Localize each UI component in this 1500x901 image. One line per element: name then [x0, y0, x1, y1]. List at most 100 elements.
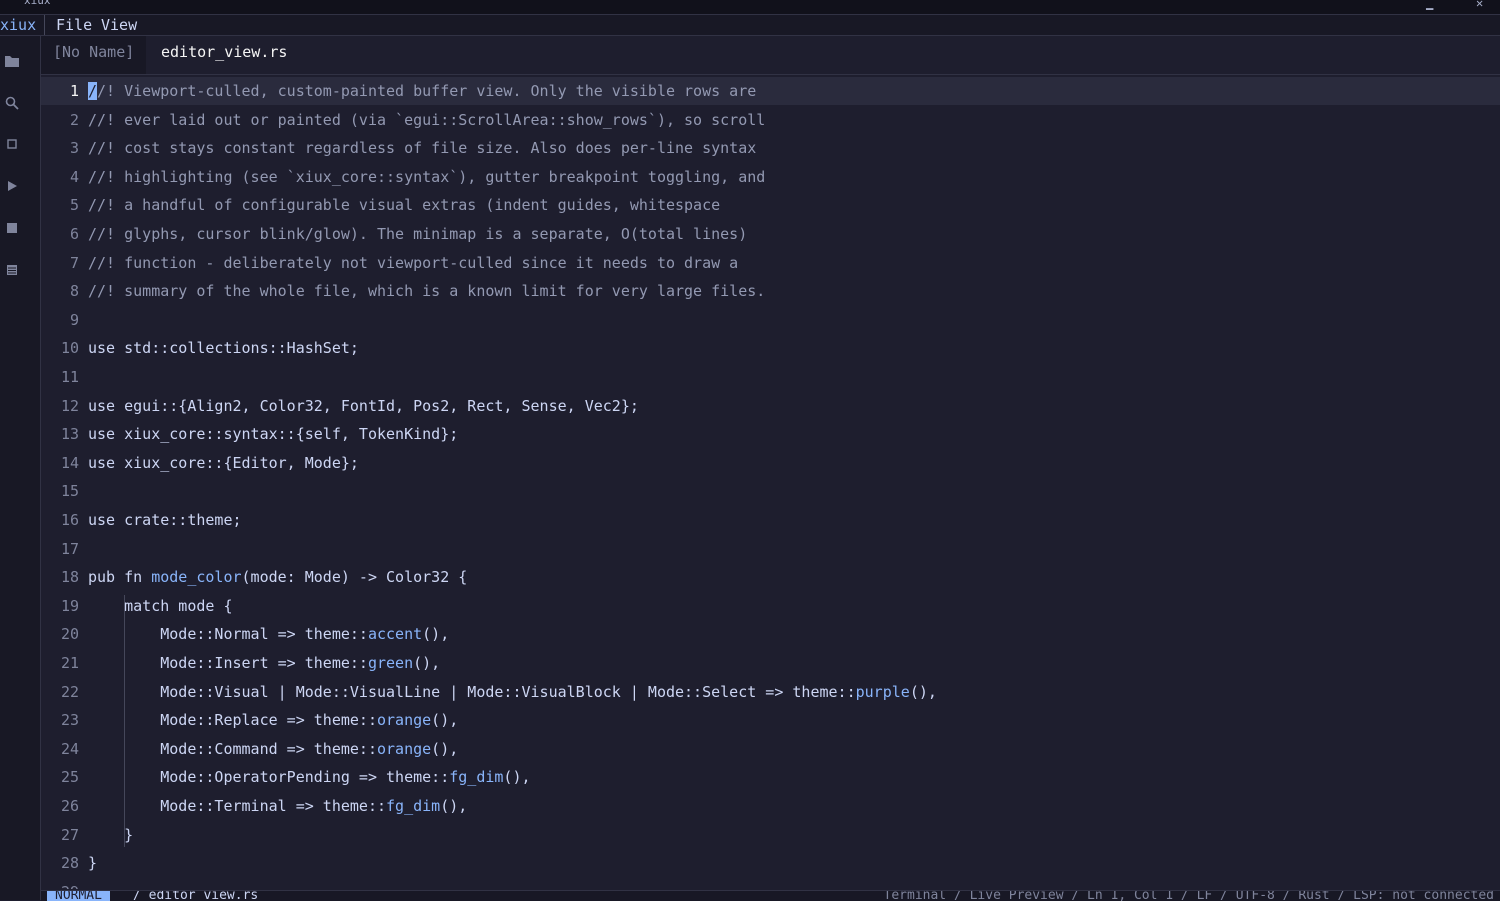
code-line[interactable]: 26 Mode::Terminal => theme::fg_dim(), [41, 792, 1500, 820]
line-number[interactable]: 26 [41, 792, 79, 820]
line-number[interactable]: 1 [41, 77, 79, 105]
code-line[interactable]: 27 } [41, 821, 1500, 849]
code-text: //! Viewport-culled, custom-painted buff… [88, 77, 756, 105]
code-token: Mode::Command => theme:: [88, 740, 377, 758]
code-line[interactable]: 29 [41, 878, 1500, 889]
line-number[interactable]: 16 [41, 506, 79, 534]
code-line[interactable]: 11 [41, 363, 1500, 391]
menu-file[interactable]: File [56, 15, 92, 35]
folder-icon[interactable] [4, 54, 20, 70]
line-number[interactable]: 18 [41, 563, 79, 591]
code-text: use xiux_core::syntax::{self, TokenKind}… [88, 420, 458, 448]
code-line[interactable]: 12 use egui::{Align2, Color32, FontId, Po… [41, 392, 1500, 420]
comment-token: //! Viewport-culled, custom-painted buff… [88, 82, 757, 100]
close-icon[interactable]: ✕ [1476, 0, 1483, 10]
line-number[interactable]: 2 [41, 106, 79, 134]
code-text: } [88, 849, 97, 877]
line-number[interactable]: 10 [41, 334, 79, 362]
line-number[interactable]: 8 [41, 277, 79, 305]
code-line[interactable]: 23 Mode::Replace => theme::orange(), [41, 706, 1500, 734]
code-line[interactable]: 24 Mode::Command => theme::orange(), [41, 735, 1500, 763]
code-line[interactable]: 13 use xiux_core::syntax::{self, TokenKin… [41, 420, 1500, 448]
tab-no-name[interactable]: [No Name] [41, 36, 147, 74]
line-number[interactable]: 23 [41, 706, 79, 734]
code-line[interactable]: 18 pub fn mode_color(mode: Mode) -> Color… [41, 563, 1500, 591]
code-line[interactable]: 17 [41, 535, 1500, 563]
code-token: use xiux_core::syntax::{self, TokenKind}… [88, 425, 459, 443]
square-icon[interactable] [4, 138, 20, 154]
code-line[interactable]: 22 Mode::Visual | Mode::VisualLine | Mod… [41, 678, 1500, 706]
code-line[interactable]: 14 use xiux_core::{Editor, Mode}; [41, 449, 1500, 477]
line-number[interactable]: 25 [41, 763, 79, 791]
code-token: (), [431, 740, 459, 758]
code-text: pub fn mode_color(mode: Mode) -> Color32… [88, 563, 467, 591]
line-number[interactable]: 20 [41, 620, 79, 648]
function-token: fg_dim [449, 768, 504, 786]
line-number[interactable]: 5 [41, 191, 79, 219]
code-line[interactable]: 4 //! highlighting (see `xiux_core::synta… [41, 163, 1500, 191]
code-line[interactable]: 8 //! summary of the whole file, which is… [41, 277, 1500, 305]
code-token: } [88, 854, 98, 872]
line-number[interactable]: 21 [41, 649, 79, 677]
code-line[interactable]: 9 [41, 306, 1500, 334]
stop-icon[interactable] [4, 222, 20, 238]
code-line[interactable]: 20 Mode::Normal => theme::accent(), [41, 620, 1500, 648]
code-line[interactable]: 15 [41, 477, 1500, 505]
line-number[interactable]: 11 [41, 363, 79, 391]
code-token: Mode::Normal => theme:: [88, 625, 368, 643]
code-text: Mode::Visual | Mode::VisualLine | Mode::… [88, 678, 937, 706]
code-token: Mode::OperatorPending => theme:: [88, 768, 450, 786]
function-token: fg_dim [386, 797, 441, 815]
code-line[interactable]: 28} [41, 849, 1500, 877]
menu-view[interactable]: View [101, 15, 137, 35]
code-line[interactable]: 6 //! glyphs, cursor blink/glow). The min… [41, 220, 1500, 248]
code-line[interactable]: 25 Mode::OperatorPending => theme::fg_di… [41, 763, 1500, 791]
code-line[interactable]: 2 //! ever laid out or painted (via `egui… [41, 106, 1500, 134]
code-line[interactable]: 7 //! function - deliberately not viewpor… [41, 249, 1500, 277]
search-icon[interactable] [4, 96, 20, 112]
line-number[interactable]: 15 [41, 477, 79, 505]
code-editor[interactable]: 1 //! Viewport-culled, custom-painted buf… [41, 77, 1500, 889]
line-number[interactable]: 6 [41, 220, 79, 248]
line-number[interactable]: 14 [41, 449, 79, 477]
code-text: //! a handful of configurable visual ext… [88, 191, 720, 219]
code-line[interactable]: 19 match mode { [41, 592, 1500, 620]
code-text: //! glyphs, cursor blink/glow). The mini… [88, 220, 747, 248]
code-text: match mode { [88, 592, 232, 620]
code-text: use crate::theme; [88, 506, 242, 534]
function-token: green [367, 654, 414, 672]
code-token: use xiux_core::{Editor, Mode}; [88, 454, 359, 472]
code-text: //! highlighting (see `xiux_core::syntax… [88, 163, 765, 191]
code-text: use xiux_core::{Editor, Mode}; [88, 449, 359, 477]
line-number[interactable]: 19 [41, 592, 79, 620]
line-number[interactable]: 9 [41, 306, 79, 334]
code-line[interactable]: 5 //! a handful of configurable visual ex… [41, 191, 1500, 219]
code-line[interactable]: 10 use std::collections::HashSet; [41, 334, 1500, 362]
code-token: pub fn [88, 568, 152, 586]
line-number[interactable]: 28 [41, 849, 79, 877]
code-line[interactable]: 16 use crate::theme; [41, 506, 1500, 534]
line-number[interactable]: 17 [41, 535, 79, 563]
code-text: Mode::Terminal => theme::fg_dim(), [88, 792, 467, 820]
code-line[interactable]: 1 //! Viewport-culled, custom-painted buf… [41, 77, 1500, 105]
line-number[interactable]: 3 [41, 134, 79, 162]
app-name: xiux [0, 15, 46, 35]
line-number[interactable]: 4 [41, 163, 79, 191]
code-token: use egui::{Align2, Color32, FontId, Pos2… [88, 397, 639, 415]
tab-editor-view[interactable]: editor_view.rs [149, 36, 300, 74]
play-icon[interactable] [4, 180, 20, 196]
line-number[interactable]: 13 [41, 420, 79, 448]
text-cursor: / [88, 82, 98, 100]
line-number[interactable]: 12 [41, 392, 79, 420]
line-number[interactable]: 7 [41, 249, 79, 277]
line-number[interactable]: 29 [41, 878, 79, 889]
code-line[interactable]: 3 //! cost stays constant regardless of f… [41, 134, 1500, 162]
code-line[interactable]: 21 Mode::Insert => theme::green(), [41, 649, 1500, 677]
code-text: Mode::Replace => theme::orange(), [88, 706, 458, 734]
code-text: //! summary of the whole file, which is … [88, 277, 765, 305]
list-icon[interactable] [4, 264, 20, 280]
line-number[interactable]: 24 [41, 735, 79, 763]
line-number[interactable]: 22 [41, 678, 79, 706]
minimize-icon[interactable]: ▁ [1426, 0, 1433, 10]
line-number[interactable]: 27 [41, 821, 79, 849]
